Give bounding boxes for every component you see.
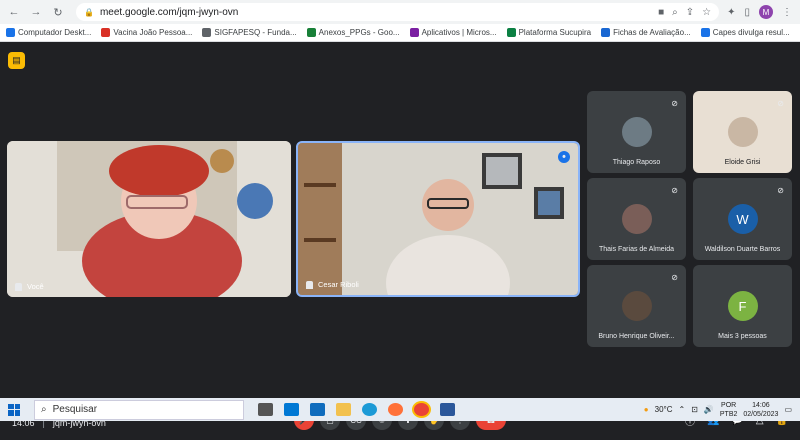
- participant-tile[interactable]: W ⊘ Waldilson Duarte Barros: [693, 178, 792, 260]
- system-tray: ● 30°C ⌃ ⊡ 🔊 POR PTB2 14:06 02/05/2023 ▭: [644, 401, 792, 419]
- meet-stage: ▤ Você ⦁ Cesar Riboli ⊘ Thiago Raposo ⊘ …: [0, 42, 800, 430]
- bookmark-favicon-icon: [101, 28, 111, 37]
- participant-avatar: W: [727, 204, 758, 234]
- tray-chevron-icon[interactable]: ⌃: [679, 405, 686, 414]
- you-video: [7, 141, 291, 297]
- pin-icon[interactable]: [306, 280, 313, 289]
- address-bar[interactable]: 🔒 meet.google.com/jqm-jwyn-ovn ■ ⌕ ⇪ ☆: [76, 3, 720, 21]
- bookmark-favicon-icon: [202, 28, 212, 37]
- bookmark-item[interactable]: Anexos_PPGs - Goo...: [306, 28, 400, 37]
- participant-tile[interactable]: ⊘ Eloide Grisi: [693, 91, 792, 173]
- bookmark-item[interactable]: Vacina João Pessoa...: [101, 28, 192, 37]
- bookmark-favicon-icon: [506, 28, 516, 37]
- mic-muted-icon: ⊘: [777, 186, 784, 195]
- forward-icon[interactable]: →: [28, 4, 44, 20]
- zoom-icon[interactable]: ⌕: [672, 7, 678, 18]
- browser-toolbar: ← → ↻ 🔒 meet.google.com/jqm-jwyn-ovn ■ ⌕…: [0, 0, 800, 24]
- mic-muted-icon: ⊘: [671, 99, 678, 108]
- back-icon[interactable]: ←: [6, 4, 22, 20]
- participant-avatar: [621, 291, 652, 321]
- bookmark-item[interactable]: Capes divulga resul...: [700, 28, 790, 37]
- menu-icon[interactable]: ⋮: [782, 7, 792, 18]
- windows-taskbar: ⌕ Pesquisar ● 30°C ⌃ ⊡ 🔊 POR PTB2 14:06 …: [0, 398, 800, 421]
- notifications-icon[interactable]: ▭: [784, 405, 792, 414]
- participant-name: Waldilson Duarte Barros: [704, 246, 781, 253]
- sidepanel-icon[interactable]: ▯: [744, 7, 750, 18]
- participant-avatar: [727, 117, 758, 147]
- main-speaker-video: [298, 143, 578, 295]
- word-icon[interactable]: [440, 403, 455, 416]
- participant-name: Thais Farias de Almeida: [598, 246, 675, 253]
- windows-start-icon[interactable]: [8, 403, 20, 416]
- speaking-indicator-icon: ⦁: [558, 151, 570, 163]
- bookmark-favicon-icon: [601, 28, 611, 37]
- store-icon[interactable]: [284, 403, 299, 416]
- system-clock[interactable]: 14:06 02/05/2023: [743, 401, 778, 419]
- captions-badge-icon[interactable]: ▤: [8, 52, 25, 69]
- participant-avatar: F: [727, 291, 758, 321]
- language-indicator[interactable]: POR PTB2: [720, 401, 738, 419]
- bookmark-item[interactable]: Computador Deskt...: [6, 28, 91, 37]
- taskbar-search[interactable]: ⌕ Pesquisar: [34, 399, 244, 420]
- bookmark-favicon-icon: [700, 28, 710, 37]
- edge-icon[interactable]: [362, 403, 377, 416]
- network-icon[interactable]: ⊡: [691, 405, 698, 414]
- participant-name: Mais 3 pessoas: [718, 333, 767, 340]
- url-text: meet.google.com/jqm-jwyn-ovn: [99, 6, 239, 18]
- star-icon[interactable]: ☆: [702, 7, 711, 18]
- bookmark-favicon-icon: [6, 28, 15, 37]
- participant-avatar: [621, 204, 652, 234]
- participant-avatar: [621, 117, 652, 147]
- participant-name: Bruno Henrique Oliveir...: [598, 333, 675, 340]
- weather-icon[interactable]: ●: [644, 405, 649, 414]
- firefox-icon[interactable]: [388, 403, 403, 416]
- bookmark-item[interactable]: Plataforma Sucupira: [506, 28, 591, 37]
- bookmark-favicon-icon: [409, 28, 419, 37]
- lock-icon: 🔒: [84, 7, 94, 17]
- participant-name: Thiago Raposo: [612, 159, 661, 166]
- profile-avatar[interactable]: M: [759, 5, 773, 19]
- chrome-icon[interactable]: [414, 403, 429, 416]
- reload-icon[interactable]: ↻: [50, 4, 66, 20]
- tile-main-label: Cesar Riboli: [306, 280, 359, 289]
- mail-icon[interactable]: [310, 403, 325, 416]
- participant-tile[interactable]: ⊘ Thais Farias de Almeida: [587, 178, 686, 260]
- extensions-icon[interactable]: ✦: [727, 7, 735, 18]
- participant-tile[interactable]: F Mais 3 pessoas: [693, 265, 792, 347]
- camera-icon[interactable]: ■: [658, 7, 664, 18]
- mic-muted-icon: ⊘: [777, 99, 784, 108]
- mic-muted-icon: ⊘: [671, 273, 678, 282]
- search-icon: ⌕: [41, 404, 47, 415]
- task-view-icon[interactable]: [258, 403, 273, 416]
- bookmark-favicon-icon: [306, 28, 316, 37]
- mic-muted-icon: ⊘: [671, 186, 678, 195]
- tile-you-label: Você: [15, 282, 44, 291]
- bookmark-item[interactable]: Fichas de Avaliação...: [601, 28, 691, 37]
- file-explorer-icon[interactable]: [336, 403, 351, 416]
- participant-name: Eloide Grisi: [724, 159, 761, 166]
- bookmark-item[interactable]: SIGFAPESQ - Funda...: [202, 28, 297, 37]
- temperature[interactable]: 30°C: [655, 405, 673, 414]
- participant-tile[interactable]: ⊘ Bruno Henrique Oliveir...: [587, 265, 686, 347]
- participant-tile[interactable]: ⊘ Thiago Raposo: [587, 91, 686, 173]
- pin-icon[interactable]: [15, 282, 22, 291]
- bookmark-item[interactable]: Aplicativos | Micros...: [409, 28, 497, 37]
- tile-main-speaker[interactable]: ⦁ Cesar Riboli: [296, 141, 580, 297]
- volume-icon[interactable]: 🔊: [704, 405, 714, 414]
- share-icon[interactable]: ⇪: [686, 7, 694, 18]
- bookmarks-bar: Computador Deskt... Vacina João Pessoa...…: [0, 24, 800, 42]
- tile-you[interactable]: Você: [7, 141, 291, 297]
